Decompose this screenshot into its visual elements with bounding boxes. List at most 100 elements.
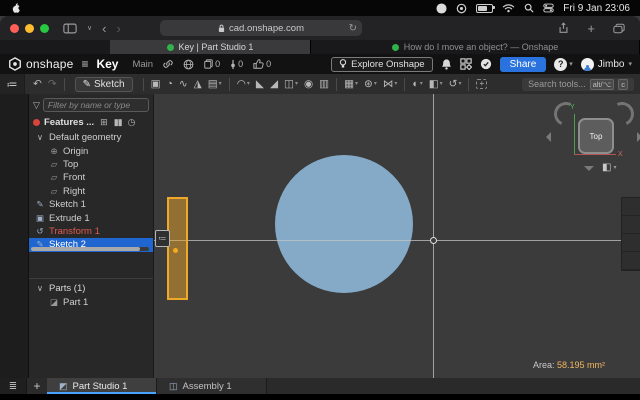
likes-count[interactable]: 0 [253, 59, 271, 69]
parts-header[interactable]: ∨ Parts (1) [29, 282, 153, 295]
document-menu-icon[interactable]: ≡ [81, 57, 88, 71]
share-button[interactable]: Share [500, 57, 547, 72]
kbd-c: c [618, 79, 628, 90]
close-window-button[interactable] [10, 24, 19, 33]
back-button[interactable]: ‹ [102, 22, 106, 35]
chevron-down-icon: ▾ [613, 164, 616, 171]
selected-sketch-rectangle[interactable] [167, 197, 188, 300]
app-store-icon[interactable] [460, 58, 472, 70]
record-indicator-icon[interactable] [456, 2, 467, 14]
view-cube[interactable]: Y X Top ◧ ▾ [546, 100, 640, 188]
feedback-icon[interactable] [480, 58, 492, 70]
search-tools-input[interactable]: Search tools... alt/⌥ c [522, 78, 634, 91]
tree-item-icon: ▱ [49, 159, 59, 170]
vertical-axis-line [433, 94, 434, 378]
add-tab-button[interactable]: + [27, 379, 47, 393]
menubar-clock[interactable]: Fri 9 Jan 23:06 [563, 3, 630, 14]
tool-glyph: ◫ [284, 79, 294, 90]
tree-item-label: Origin [63, 146, 88, 157]
chevron-down-icon: ▾ [458, 81, 461, 87]
panel-horizontal-scrollbar[interactable] [31, 247, 149, 251]
view-cube-face-top[interactable]: Top [578, 118, 614, 154]
parts-list: ◪ Part 1 [29, 296, 153, 309]
battery-icon[interactable] [476, 4, 493, 13]
reload-icon[interactable]: ↻ [349, 23, 357, 34]
suppress-icon[interactable]: ▮▮ [114, 117, 122, 128]
share-icon[interactable] [558, 22, 569, 34]
new-tab-icon[interactable]: + [587, 22, 595, 35]
help-icon: ? [554, 58, 567, 71]
user-menu[interactable]: Jimbo ▾ [581, 58, 632, 71]
forward-button[interactable]: › [116, 22, 120, 35]
tool-glyph: ↺ [449, 79, 458, 90]
explore-label: Explore Onshape [351, 59, 424, 70]
app-badge-icon[interactable] [436, 2, 447, 14]
studio-tab-icon: ◫ [169, 381, 178, 392]
tool-glyph: ⊛ [364, 79, 373, 90]
wifi-icon[interactable] [502, 2, 515, 14]
copies-count[interactable]: 0 [204, 59, 220, 69]
sketch-button[interactable]: ✎ Sketch [75, 77, 133, 92]
selected-feature-menu-button[interactable]: ≔ [155, 230, 170, 247]
address-bar[interactable]: cad.onshape.com ↻ [160, 20, 362, 36]
chevron-down-icon: ▾ [628, 60, 632, 68]
apple-menu-icon[interactable] [10, 2, 21, 14]
zoom-window-button[interactable] [40, 24, 49, 33]
create-folder-icon[interactable]: ⊞ [100, 117, 108, 128]
view-options-button[interactable]: ◧ ▾ [602, 162, 616, 173]
chevron-down-icon: ▾ [355, 81, 358, 87]
explore-onshape-button[interactable]: Explore Onshape [331, 57, 432, 72]
undo-button[interactable]: ↶ [30, 79, 45, 90]
sketch-circle[interactable] [275, 155, 413, 293]
minimize-window-button[interactable] [25, 24, 34, 33]
tree-item-icon: ∨ [35, 132, 45, 143]
rectangle-center-point[interactable] [173, 248, 178, 253]
spotlight-icon[interactable] [524, 2, 534, 14]
version-label[interactable]: Main [132, 59, 153, 70]
tree-item-label: Transform 1 [49, 226, 100, 237]
tab-overview-icon[interactable] [613, 23, 625, 34]
right-panel-tabs [621, 197, 640, 271]
control-center-icon[interactable] [543, 2, 554, 14]
tool-glyph: ▣ [151, 79, 161, 90]
onshape-header: onshape ≡ Key Main 0 0 0 Explore Onshape [0, 54, 640, 74]
rotate-west-arrow[interactable] [546, 132, 551, 142]
rotate-left-arrow[interactable] [551, 99, 582, 130]
sidebar-chevron-icon[interactable]: ∨ [87, 25, 92, 32]
filter-input[interactable]: Filter by name or type [43, 98, 149, 112]
error-badge [33, 119, 40, 126]
help-menu[interactable]: ? ▾ [554, 58, 573, 71]
tree-item-icon: ✎ [35, 199, 45, 210]
notifications-icon[interactable] [441, 58, 452, 70]
globe-icon[interactable] [183, 59, 194, 70]
area-label: Area: [533, 360, 555, 370]
chevron-down-icon: ▾ [247, 81, 250, 87]
part-icon: ◪ [49, 297, 59, 308]
lock-icon [218, 24, 225, 33]
redo-button[interactable]: ↷ [45, 79, 60, 90]
origin-marker[interactable] [430, 237, 437, 244]
tree-item-label: Extrude 1 [49, 213, 90, 224]
rollback-icon[interactable]: ◷ [128, 117, 136, 128]
main-area: ▽ Filter by name or type Features ... ⊞ … [0, 94, 640, 378]
tab-manager-icon[interactable]: ≣ [0, 378, 27, 394]
features-header: Features ... ⊞ ▮▮ ◷ [29, 114, 153, 131]
tool-glyph: ◔ [167, 79, 173, 90]
versions-count[interactable]: 0 [230, 59, 243, 70]
graphics-canvas[interactable]: ≔ Y X Top ◧ ▾ [154, 94, 640, 378]
tool-glyph: ◧ [429, 79, 439, 90]
studio-tab-label: Part Studio 1 [73, 381, 128, 392]
tool-glyph: ◐ [412, 79, 418, 90]
sidebar-toggle-icon[interactable] [63, 23, 77, 34]
area-value: 58.195 mm² [557, 360, 605, 370]
tool-glyph: ▦ [344, 79, 354, 90]
rotate-south-arrow[interactable] [584, 166, 594, 171]
studio-tab-label: Assembly 1 [183, 381, 232, 392]
onshape-favicon [392, 44, 399, 51]
onshape-logo[interactable] [8, 57, 22, 71]
part-label: Part 1 [63, 297, 88, 308]
chevron-down-icon: ▾ [295, 81, 298, 87]
feature-list-toggle[interactable]: ≔ [0, 74, 25, 94]
link-icon[interactable] [163, 59, 173, 69]
tree-item-icon: ▱ [49, 172, 59, 183]
